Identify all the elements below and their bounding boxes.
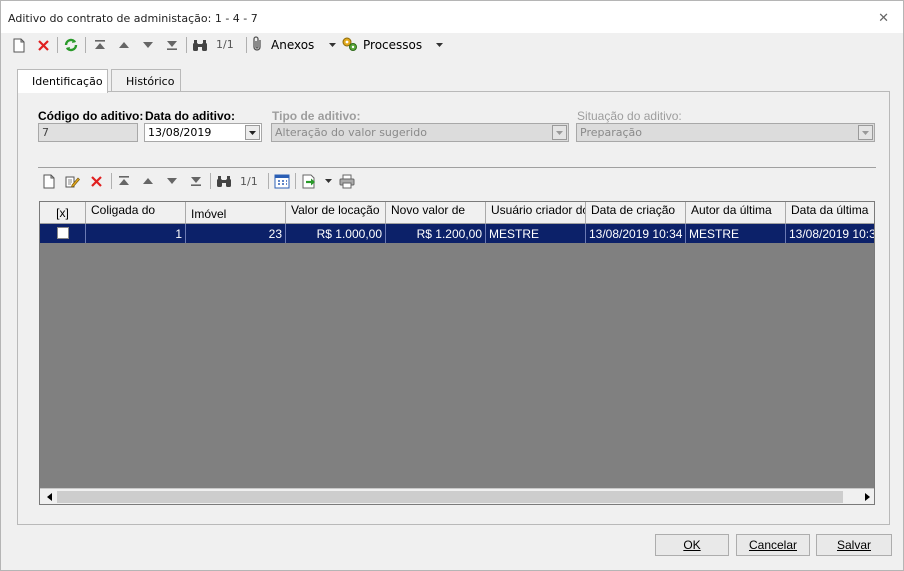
- processos-label: Processos: [363, 38, 423, 52]
- data-label: Data do aditivo:: [145, 109, 236, 123]
- cell-valor-locacao: R$ 1.000,00: [286, 224, 386, 243]
- main-toolbar: 1/1 Anexos Processos: [1, 33, 903, 57]
- col-header-usuario-criador[interactable]: Usuário criador do: [486, 202, 586, 223]
- grid-new-icon[interactable]: [41, 172, 57, 190]
- codigo-label: Código do aditivo:: [38, 109, 144, 123]
- data-grid[interactable]: [x] Coligada do Imóvel Valor de locação …: [39, 201, 875, 505]
- cell-data-criacao: 13/08/2019 10:34: [586, 224, 686, 243]
- grid-binoculars-icon[interactable]: [215, 172, 233, 190]
- cell-novo-valor: R$ 1.200,00: [386, 224, 486, 243]
- first-record-icon[interactable]: [92, 36, 108, 54]
- dialog-window: Aditivo do contrato de administação: 1 -…: [0, 0, 904, 571]
- cell-imovel: 23: [186, 224, 286, 243]
- scroll-right-icon[interactable]: [859, 490, 874, 504]
- tipo-label: Tipo de aditivo:: [272, 109, 361, 123]
- grid-previous-icon[interactable]: [140, 172, 156, 190]
- refresh-icon[interactable]: [62, 36, 80, 54]
- scroll-left-icon[interactable]: [41, 490, 57, 504]
- grid-delete-icon[interactable]: [88, 172, 104, 190]
- grid-last-icon[interactable]: [188, 172, 204, 190]
- save-button[interactable]: Salvar: [816, 534, 892, 556]
- anexos-dropdown-arrow-icon[interactable]: [326, 36, 338, 54]
- tipo-select: Alteração do valor sugerido: [271, 123, 569, 142]
- binoculars-icon[interactable]: [191, 36, 209, 54]
- paperclip-icon: [251, 35, 265, 55]
- ok-button[interactable]: OK: [655, 534, 729, 556]
- tipo-value: Alteração do valor sugerido: [275, 126, 427, 139]
- last-record-icon[interactable]: [164, 36, 180, 54]
- situacao-select: Preparação: [576, 123, 875, 142]
- grid-export-icon[interactable]: [300, 172, 318, 190]
- grid-next-icon[interactable]: [164, 172, 180, 190]
- horizontal-scrollbar[interactable]: [40, 488, 874, 504]
- cell-coligada: 1: [86, 224, 186, 243]
- record-counter: 1/1: [216, 38, 234, 51]
- next-record-icon[interactable]: [140, 36, 156, 54]
- tab-historico[interactable]: Histórico: [111, 69, 181, 92]
- col-header-data-ultima[interactable]: Data da última: [786, 202, 874, 223]
- data-dropdown-icon[interactable]: [245, 125, 260, 140]
- grid-edit-icon[interactable]: [64, 172, 80, 190]
- col-header-novo-valor[interactable]: Novo valor de: [386, 202, 486, 223]
- processos-button[interactable]: Processos: [341, 36, 431, 54]
- cancel-button[interactable]: Cancelar: [736, 534, 810, 556]
- scroll-thumb[interactable]: [57, 491, 843, 503]
- close-icon[interactable]: ✕: [878, 10, 889, 26]
- table-row[interactable]: 1 23 R$ 1.000,00 R$ 1.200,00 MESTRE 13/0…: [40, 224, 874, 243]
- delete-icon[interactable]: [35, 36, 51, 54]
- gears-icon: [341, 36, 359, 55]
- anexos-label: Anexos: [271, 38, 315, 52]
- row-checkbox[interactable]: [57, 227, 69, 239]
- data-value: 13/08/2019: [148, 126, 212, 139]
- situacao-dropdown-icon: [858, 125, 873, 140]
- cancel-label: Cancelar: [748, 538, 798, 552]
- col-header-coligada[interactable]: Coligada do: [86, 202, 186, 223]
- grid-export-dropdown-icon[interactable]: [323, 172, 333, 190]
- tipo-dropdown-icon: [552, 125, 567, 140]
- codigo-field[interactable]: 7: [38, 123, 138, 142]
- situacao-label: Situação do aditivo:: [577, 109, 682, 123]
- title-bar: Aditivo do contrato de administação: 1 -…: [1, 1, 903, 33]
- situacao-value: Preparação: [580, 126, 642, 139]
- tab-identificacao[interactable]: Identificação: [17, 69, 108, 93]
- col-header-select[interactable]: [x]: [40, 202, 86, 223]
- grid-columns-icon[interactable]: [273, 172, 291, 190]
- grid-record-counter: 1/1: [240, 175, 258, 188]
- col-header-imovel[interactable]: Imóvel: [186, 202, 286, 223]
- row-select-cell[interactable]: [40, 224, 86, 243]
- grid-toolbar: 1/1: [38, 169, 876, 193]
- grid-header: [x] Coligada do Imóvel Valor de locação …: [40, 202, 874, 224]
- grid-first-icon[interactable]: [116, 172, 132, 190]
- processos-dropdown-arrow-icon[interactable]: [433, 36, 445, 54]
- separator: [38, 167, 876, 168]
- save-label: Salvar: [836, 538, 871, 552]
- ok-label: OK: [683, 538, 701, 552]
- window-title: Aditivo do contrato de administação: 1 -…: [8, 12, 258, 25]
- grid-print-icon[interactable]: [338, 172, 356, 190]
- anexos-button[interactable]: Anexos: [251, 35, 321, 55]
- col-header-data-criacao[interactable]: Data de criação: [586, 202, 686, 223]
- cell-data-ultima: 13/08/2019 10:34: [786, 224, 874, 243]
- new-document-icon[interactable]: [11, 36, 27, 54]
- cell-usuario-criador: MESTRE: [486, 224, 586, 243]
- previous-record-icon[interactable]: [116, 36, 132, 54]
- data-field[interactable]: 13/08/2019: [144, 123, 262, 142]
- col-header-valor-locacao[interactable]: Valor de locação: [286, 202, 386, 223]
- col-header-autor-ultima[interactable]: Autor da última: [686, 202, 786, 223]
- cell-autor-ultima: MESTRE: [686, 224, 786, 243]
